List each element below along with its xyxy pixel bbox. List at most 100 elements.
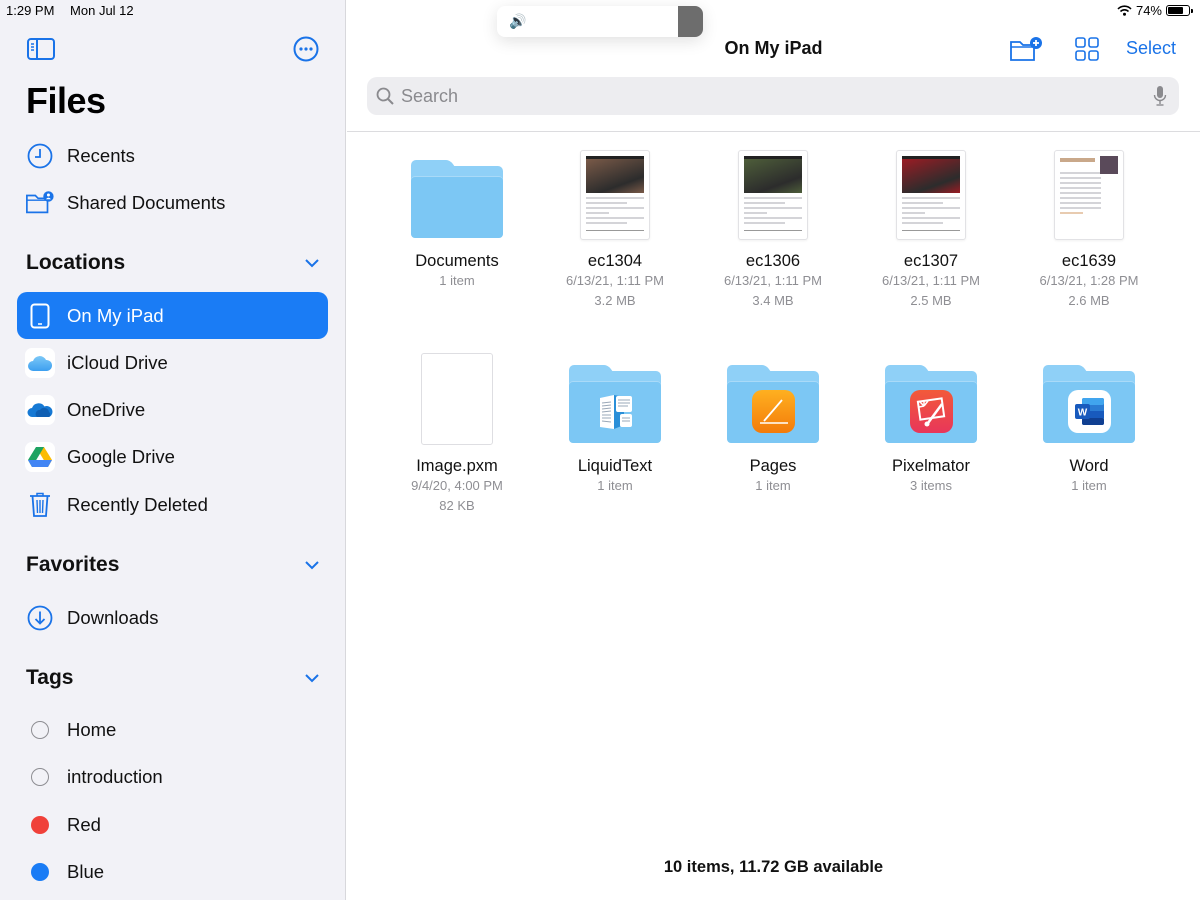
section-title: Locations: [26, 251, 126, 274]
file-thumbnail: [407, 351, 507, 445]
file-thumbnail: [723, 146, 823, 240]
section-title: Favorites: [26, 553, 120, 576]
google-drive-icon: [25, 441, 55, 472]
sidebar: 1:29 PM Mon Jul 12 Files Recents Shared: [0, 0, 346, 900]
document-thumbnail: [896, 150, 966, 240]
sidebar-item-recently-deleted[interactable]: Recently Deleted: [17, 481, 328, 528]
page-title: On My iPad: [724, 38, 823, 58]
tag-color-dot: [31, 815, 49, 834]
grid-view-icon: [1075, 37, 1099, 61]
pages-app-icon: [752, 390, 795, 433]
svg-text:W: W: [1078, 408, 1088, 419]
select-button[interactable]: Select: [1126, 38, 1176, 59]
file-meta: 3.4 MB: [752, 293, 794, 308]
icloud-icon: [25, 347, 55, 378]
file-meta: 1 item: [597, 478, 633, 493]
battery-fill: [1168, 7, 1183, 14]
file-item-pixelmator[interactable]: Pixelmator 3 items: [852, 351, 1010, 516]
view-mode-button[interactable]: [1075, 37, 1099, 61]
sidebar-tag-blue[interactable]: Blue: [17, 848, 328, 895]
ipad-icon: [25, 301, 55, 331]
sidebar-tag-red[interactable]: Red: [17, 801, 328, 848]
liquidtext-app-icon: [594, 390, 637, 433]
file-name: Pixelmator: [892, 457, 970, 475]
document-thumbnail: [738, 150, 808, 240]
file-item-image-pxm[interactable]: Image.pxm 9/4/20, 4:00 PM 82 KB: [378, 351, 536, 516]
more-options-button[interactable]: [293, 36, 319, 62]
new-folder-icon: [1010, 37, 1042, 61]
file-meta: 6/13/21, 1:11 PM: [723, 273, 823, 288]
document-thumbnail: [1054, 150, 1124, 240]
sidebar-item-label: Downloads: [67, 606, 159, 628]
sidebar-item-icloud-drive[interactable]: iCloud Drive: [17, 339, 328, 386]
file-meta: 82 KB: [439, 498, 475, 513]
file-name: ec1639: [1061, 252, 1117, 270]
sidebar-item-onedrive[interactable]: OneDrive: [17, 386, 328, 433]
file-item-ec1304[interactable]: ec1304 6/13/21, 1:11 PM 3.2 MB: [536, 146, 694, 311]
sidebar-item-downloads[interactable]: Downloads: [17, 594, 328, 641]
download-circle-icon: [25, 603, 55, 633]
file-meta: 6/13/21, 1:11 PM: [881, 273, 981, 288]
word-app-icon: W: [1068, 390, 1111, 433]
sidebar-item-shared-documents[interactable]: Shared Documents: [17, 179, 328, 226]
sidebar-item-label: Recently Deleted: [67, 493, 208, 515]
storage-summary: 10 items, 11.72 GB available: [663, 858, 884, 876]
file-meta: 6/13/21, 1:28 PM: [1039, 273, 1139, 288]
wifi-icon: [1117, 5, 1132, 16]
folder-icon: [885, 365, 977, 443]
sidebar-item-on-my-ipad[interactable]: On My iPad: [17, 292, 328, 339]
tag-color-dot: [31, 720, 49, 739]
file-item-documents[interactable]: Documents 1 item: [378, 146, 536, 311]
chevron-down-icon: [305, 561, 319, 570]
status-time: 1:29 PM: [6, 3, 55, 18]
document-thumbnail: [421, 353, 493, 445]
file-item-pages[interactable]: Pages 1 item: [694, 351, 852, 516]
sidebar-tag-home[interactable]: Home: [17, 706, 328, 753]
file-meta: 2.5 MB: [910, 293, 952, 308]
folder-icon: [411, 160, 503, 238]
microphone-icon[interactable]: [1153, 85, 1167, 107]
app-title: Files: [26, 80, 106, 121]
main-content: 74% 🔊 On My iPad Select Documents 1 item e…: [347, 0, 1200, 900]
file-name: LiquidText: [577, 457, 653, 475]
sidebar-item-google-drive[interactable]: Google Drive: [17, 433, 328, 480]
tag-color-dot: [31, 767, 49, 786]
volume-level-bar: [678, 6, 703, 37]
sidebar-tag-introduction[interactable]: introduction: [17, 753, 328, 800]
file-thumbnail: [565, 351, 665, 445]
file-item-ec1639[interactable]: ec1639 6/13/21, 1:28 PM 2.6 MB: [1010, 146, 1168, 311]
section-header-favorites[interactable]: Favorites: [26, 553, 326, 577]
file-meta: 1 item: [755, 478, 791, 493]
file-name: Pages: [749, 457, 797, 475]
onedrive-icon: [25, 394, 55, 425]
file-item-ec1307[interactable]: ec1307 6/13/21, 1:11 PM 2.5 MB: [852, 146, 1010, 311]
section-header-tags[interactable]: Tags: [26, 666, 326, 690]
file-thumbnail: W: [1039, 351, 1139, 445]
battery-icon: [1166, 5, 1193, 16]
sidebar-item-label: Blue: [67, 860, 105, 882]
file-name: Word: [1069, 457, 1109, 475]
sidebar-item-label: On My iPad: [67, 304, 164, 326]
file-thumbnail: [881, 351, 981, 445]
file-thumbnail: [1039, 146, 1139, 240]
new-folder-button[interactable]: [1009, 36, 1043, 62]
ellipsis-circle-icon: [293, 36, 319, 62]
folder-icon: [569, 365, 661, 443]
section-header-locations[interactable]: Locations: [26, 251, 326, 275]
file-item-liquidtext[interactable]: LiquidText 1 item: [536, 351, 694, 516]
clock-icon: [25, 141, 55, 171]
sidebar-item-label: Recents: [67, 144, 135, 166]
sidebar-item-recents[interactable]: Recents: [17, 132, 328, 179]
document-thumbnail: [580, 150, 650, 240]
sidebar-toggle-button[interactable]: [27, 38, 55, 60]
speaker-icon: 🔊: [509, 13, 527, 29]
file-name: ec1304: [587, 252, 643, 270]
sidebar-toggle-icon: [27, 38, 55, 60]
shared-folder-icon: [25, 188, 55, 218]
file-item-word[interactable]: W Word 1 item: [1010, 351, 1168, 516]
sidebar-item-label: iCloud Drive: [67, 351, 168, 373]
pixelmator-app-icon: [910, 390, 953, 433]
search-input[interactable]: [401, 85, 1153, 107]
folder-icon: W: [1043, 365, 1135, 443]
file-item-ec1306[interactable]: ec1306 6/13/21, 1:11 PM 3.4 MB: [694, 146, 852, 311]
